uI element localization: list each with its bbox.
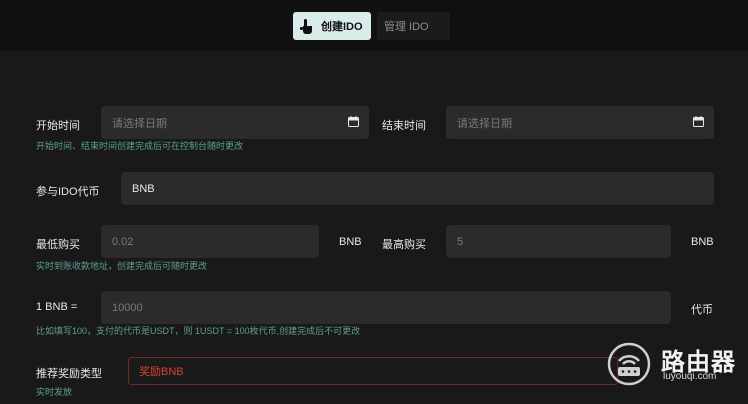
start-time-label: 开始时间 xyxy=(36,120,80,132)
max-buy-placeholder: 5 xyxy=(457,235,464,248)
watermark: 路由器 luyouqi.com xyxy=(607,340,748,390)
tab-create-ido[interactable]: 创建IDO xyxy=(293,12,371,40)
rate-input[interactable]: 10000 xyxy=(101,291,671,324)
watermark-domain: luyouqi.com xyxy=(663,371,717,382)
reward-type-label: 推荐奖励类型 xyxy=(36,368,102,380)
tab-manage-ido-label: 管理 IDO xyxy=(384,21,429,33)
token-label: 参与IDO代币 xyxy=(36,186,100,198)
rate-unit: 代币 xyxy=(691,304,713,316)
max-buy-input[interactable]: 5 xyxy=(446,225,671,258)
max-buy-label: 最高购买 xyxy=(382,239,426,251)
calendar-icon xyxy=(693,116,704,127)
tab-create-ido-label: 创建IDO xyxy=(321,21,363,33)
time-hint: 开始时间、结束时间创建完成后可在控制台随时更改 xyxy=(36,141,244,151)
end-time-label: 结束时间 xyxy=(382,120,426,132)
reward-type-select[interactable]: 奖励BNB xyxy=(128,357,618,385)
calendar-icon xyxy=(348,116,359,127)
min-buy-placeholder: 0.02 xyxy=(112,235,134,248)
reward-hint: 实时发放 xyxy=(36,387,73,397)
start-time-input[interactable]: 请选择日期 xyxy=(101,106,369,139)
max-buy-unit: BNB xyxy=(691,236,714,248)
min-buy-input[interactable]: 0.02 xyxy=(101,225,319,258)
buy-hint: 实时到账收款地址，创建完成后可随时更改 xyxy=(36,261,208,271)
rate-placeholder: 10000 xyxy=(112,301,143,314)
end-time-placeholder: 请选择日期 xyxy=(457,117,512,130)
top-bar: 创建IDO 管理 IDO xyxy=(0,0,748,51)
token-input[interactable]: BNB xyxy=(121,172,714,205)
token-value: BNB xyxy=(132,182,155,195)
reward-type-value: 奖励BNB xyxy=(139,366,184,378)
router-logo-icon xyxy=(607,342,651,386)
rate-hint: 比如填写100，支付的代币是USDT，则 1USDT = 100枚代币,创建完成… xyxy=(36,326,361,336)
end-time-input[interactable]: 请选择日期 xyxy=(446,106,714,139)
tab-manage-ido[interactable]: 管理 IDO xyxy=(377,12,450,40)
start-time-placeholder: 请选择日期 xyxy=(112,117,167,130)
min-buy-label: 最低购买 xyxy=(36,239,80,251)
min-buy-unit: BNB xyxy=(339,236,362,248)
hand-pointer-icon xyxy=(300,19,312,34)
rate-label: 1 BNB = xyxy=(36,301,78,313)
